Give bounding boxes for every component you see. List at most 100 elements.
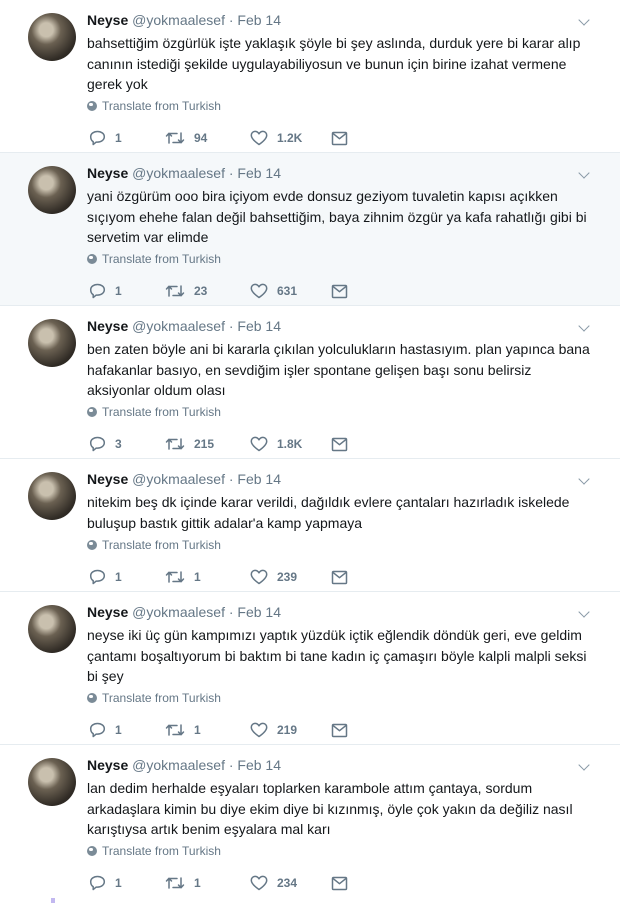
reply-count: 1: [115, 876, 122, 890]
tweet-actions: 1 23 631: [89, 281, 369, 301]
tweet[interactable]: Neyse @yokmaalesef · Feb 14 ben zaten bö…: [0, 306, 620, 459]
caret-down-icon[interactable]: [578, 473, 590, 485]
user-handle[interactable]: @yokmaalesef: [132, 471, 225, 487]
translate-label: Translate from Turkish: [102, 252, 221, 266]
tweet-text: ben zaten böyle ani bi kararla çıkılan y…: [87, 341, 590, 398]
globe-icon: [87, 846, 97, 856]
retweet-button[interactable]: 23: [165, 281, 207, 301]
user-name[interactable]: Neyse: [87, 165, 128, 181]
retweet-count: 94: [194, 131, 208, 145]
translate-link[interactable]: Translate from Turkish: [87, 252, 221, 266]
translate-link[interactable]: Translate from Turkish: [87, 844, 221, 858]
reply-count: 1: [115, 570, 122, 584]
direct-message-button[interactable]: [331, 281, 348, 301]
tweet[interactable]: Neyse @yokmaalesef · Feb 14 bahsettiğim …: [0, 0, 620, 153]
direct-message-button[interactable]: [331, 567, 348, 587]
globe-icon: [87, 693, 97, 703]
reply-icon: [89, 569, 106, 585]
reply-icon: [89, 722, 106, 738]
tweet-date[interactable]: · Feb 14: [229, 757, 281, 773]
globe-icon: [87, 254, 97, 264]
tweet-text: lan dedim herhalde eşyaları toplarken ka…: [87, 780, 573, 837]
tweet[interactable]: Neyse @yokmaalesef · Feb 14 nitekim beş …: [0, 459, 620, 592]
retweet-icon: [165, 438, 185, 450]
reply-count: 3: [115, 437, 122, 451]
direct-message-icon: [331, 570, 348, 584]
retweet-icon: [165, 877, 185, 889]
reply-button[interactable]: 1: [89, 873, 122, 893]
translate-link[interactable]: Translate from Turkish: [87, 538, 221, 552]
like-button[interactable]: 219: [250, 720, 297, 740]
like-icon: [250, 875, 268, 891]
globe-icon: [87, 101, 97, 111]
like-count: 1.2K: [277, 131, 303, 145]
retweet-button[interactable]: 94: [165, 128, 207, 148]
avatar[interactable]: [28, 13, 76, 61]
translate-link[interactable]: Translate from Turkish: [87, 99, 221, 113]
like-button[interactable]: 631: [250, 281, 297, 301]
reply-button[interactable]: 3: [89, 434, 122, 454]
user-name[interactable]: Neyse: [87, 757, 128, 773]
user-name[interactable]: Neyse: [87, 318, 128, 334]
retweet-count: 1: [194, 570, 201, 584]
user-handle[interactable]: @yokmaalesef: [132, 318, 225, 334]
tweet-header: Neyse @yokmaalesef · Feb 14: [87, 318, 281, 334]
like-icon: [250, 130, 268, 146]
user-name[interactable]: Neyse: [87, 604, 128, 620]
user-handle[interactable]: @yokmaalesef: [132, 757, 225, 773]
reply-button[interactable]: 1: [89, 720, 122, 740]
user-name[interactable]: Neyse: [87, 12, 128, 28]
user-handle[interactable]: @yokmaalesef: [132, 604, 225, 620]
like-button[interactable]: 1.2K: [250, 128, 302, 148]
retweet-button[interactable]: 215: [165, 434, 214, 454]
reply-button[interactable]: 1: [89, 128, 122, 148]
avatar[interactable]: [28, 758, 76, 806]
direct-message-button[interactable]: [331, 873, 348, 893]
translate-link[interactable]: Translate from Turkish: [87, 691, 221, 705]
retweet-count: 23: [194, 284, 208, 298]
avatar[interactable]: [28, 605, 76, 653]
direct-message-icon: [331, 131, 348, 145]
reply-count: 1: [115, 723, 122, 737]
retweet-count: 215: [194, 437, 215, 451]
tweet-date[interactable]: · Feb 14: [229, 604, 281, 620]
like-button[interactable]: 234: [250, 873, 297, 893]
direct-message-button[interactable]: [331, 128, 348, 148]
tweet-actions: 1 1 234: [89, 873, 369, 893]
tweet-date[interactable]: · Feb 14: [229, 471, 281, 487]
retweet-button[interactable]: 1: [165, 720, 201, 740]
caret-down-icon[interactable]: [578, 320, 590, 332]
caret-down-icon[interactable]: [578, 167, 590, 179]
tweet-header: Neyse @yokmaalesef · Feb 14: [87, 12, 281, 28]
reply-button[interactable]: 1: [89, 567, 122, 587]
tweet-date[interactable]: · Feb 14: [229, 165, 281, 181]
caret-down-icon[interactable]: [578, 14, 590, 26]
caret-down-icon[interactable]: [578, 759, 590, 771]
user-handle[interactable]: @yokmaalesef: [132, 12, 225, 28]
like-button[interactable]: 1.8K: [250, 434, 302, 454]
direct-message-button[interactable]: [331, 720, 348, 740]
like-count: 239: [277, 570, 298, 584]
retweet-count: 1: [194, 723, 201, 737]
retweet-icon: [165, 132, 185, 144]
tweet[interactable]: Neyse @yokmaalesef · Feb 14 lan dedim he…: [0, 745, 620, 898]
direct-message-button[interactable]: [331, 434, 348, 454]
avatar[interactable]: [28, 472, 76, 520]
retweet-button[interactable]: 1: [165, 567, 201, 587]
avatar[interactable]: [28, 166, 76, 214]
user-name[interactable]: Neyse: [87, 471, 128, 487]
retweet-button[interactable]: 1: [165, 873, 201, 893]
tweet-date[interactable]: · Feb 14: [229, 318, 281, 334]
tweet[interactable]: Neyse @yokmaalesef · Feb 14 neyse iki üç…: [0, 592, 620, 745]
reply-button[interactable]: 1: [89, 281, 122, 301]
caret-down-icon[interactable]: [578, 606, 590, 618]
translate-link[interactable]: Translate from Turkish: [87, 405, 221, 419]
tweet[interactable]: Neyse @yokmaalesef · Feb 14 yani özgürüm…: [0, 153, 620, 306]
tweet-date[interactable]: · Feb 14: [229, 12, 281, 28]
like-button[interactable]: 239: [250, 567, 297, 587]
tweet-header: Neyse @yokmaalesef · Feb 14: [87, 757, 281, 773]
user-handle[interactable]: @yokmaalesef: [132, 165, 225, 181]
like-icon: [250, 569, 268, 585]
tweet-text: neyse iki üç gün kampımızı yaptık yüzdük…: [87, 627, 587, 684]
avatar[interactable]: [28, 319, 76, 367]
